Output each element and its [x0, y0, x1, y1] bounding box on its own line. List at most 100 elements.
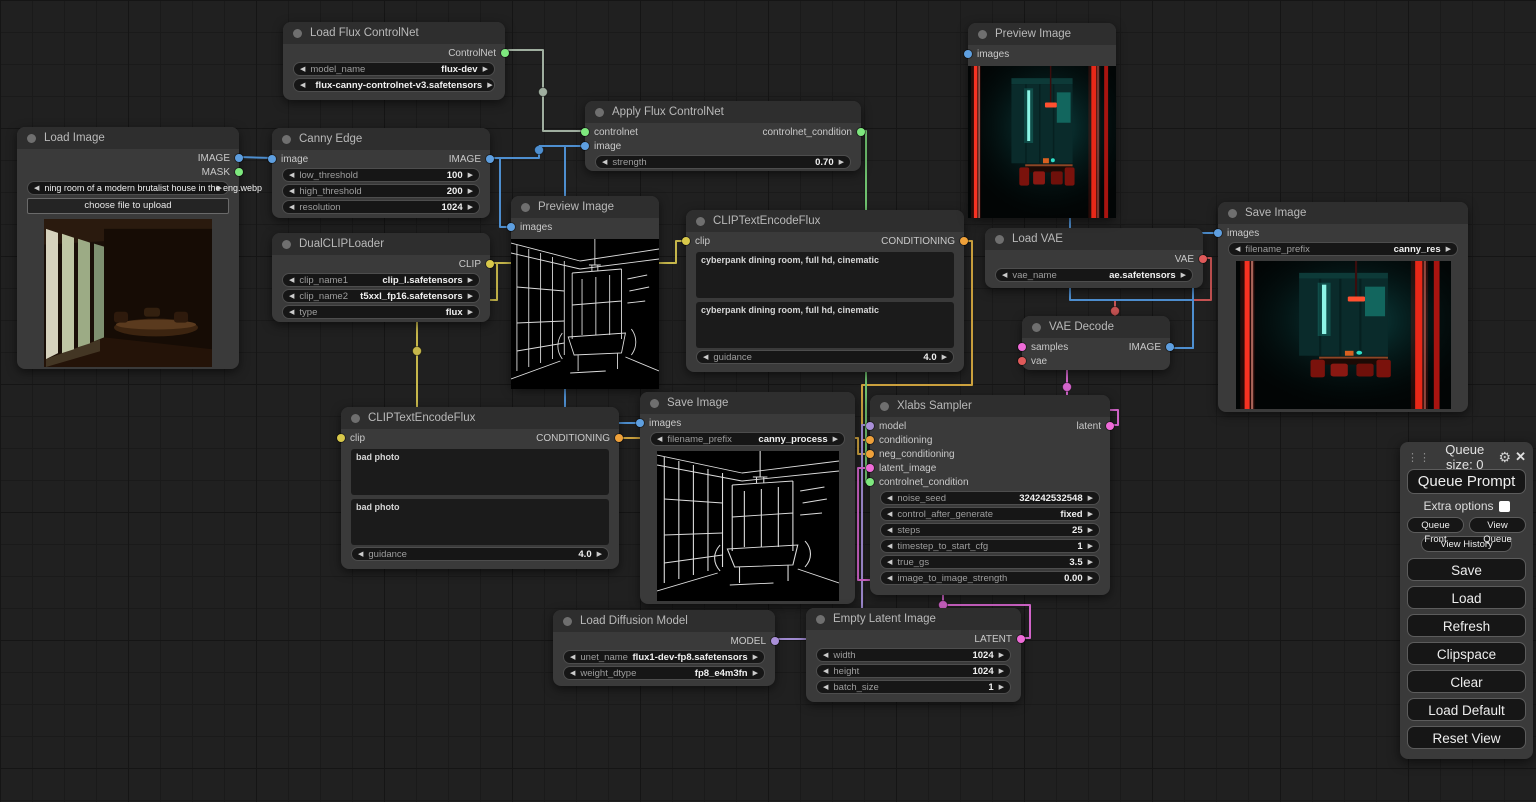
- output-port-IMAGE[interactable]: [1166, 343, 1174, 351]
- widget-increment-arrow-icon[interactable]: ▶: [597, 551, 602, 558]
- widget-width[interactable]: ◀width1024▶: [816, 648, 1011, 662]
- node-collapse-dot-icon[interactable]: [521, 203, 530, 212]
- widget-increment-arrow-icon[interactable]: ▶: [999, 684, 1004, 691]
- refresh-button[interactable]: Refresh: [1407, 614, 1526, 637]
- output-port-MASK[interactable]: [235, 168, 243, 176]
- node-graph-canvas[interactable]: ⋮⋮ Queue size: 0 ⚙ ✕ Queue Prompt Extra …: [0, 0, 1536, 802]
- widget-value[interactable]: 25: [1072, 525, 1083, 536]
- widget-value[interactable]: 1024: [972, 666, 993, 677]
- input-port-clip[interactable]: [337, 434, 345, 442]
- widget-noise_seed[interactable]: ◀noise_seed324242532548▶: [880, 491, 1100, 505]
- view-queue-button[interactable]: View Queue: [1469, 517, 1526, 533]
- widget-increment-arrow-icon[interactable]: ▶: [999, 668, 1004, 675]
- widget-value[interactable]: fp8_e4m3fn: [695, 668, 748, 679]
- node-collapse-dot-icon[interactable]: [282, 240, 291, 249]
- widget-height[interactable]: ◀height1024▶: [816, 664, 1011, 678]
- widget-value[interactable]: 1: [988, 682, 993, 693]
- node-clip-text-encode-flux-negative[interactable]: CLIPTextEncodeFluxclipCONDITIONINGbad ph…: [341, 407, 619, 569]
- widget-value[interactable]: flux: [446, 307, 463, 318]
- widget-increment-arrow-icon[interactable]: ▶: [942, 354, 947, 361]
- widget-increment-arrow-icon[interactable]: ▶: [1181, 272, 1186, 279]
- node-title-bar[interactable]: Empty Latent Image: [806, 608, 1021, 630]
- queue-front-button[interactable]: Queue Front: [1407, 517, 1464, 533]
- widget-value[interactable]: flux-canny-controlnet-v3.safetensors: [315, 80, 482, 91]
- clear-button[interactable]: Clear: [1407, 670, 1526, 693]
- clipspace-button[interactable]: Clipspace: [1407, 642, 1526, 665]
- output-port-IMAGE[interactable]: [486, 155, 494, 163]
- widget-value[interactable]: 0.70: [815, 157, 834, 168]
- node-title-bar[interactable]: Apply Flux ControlNet: [585, 101, 861, 123]
- widget-decrement-arrow-icon[interactable]: ◀: [300, 66, 305, 73]
- node-save-image-canny[interactable]: Save Imageimages◀filename_prefixcanny_pr…: [640, 392, 855, 604]
- node-title-bar[interactable]: CLIPTextEncodeFlux: [686, 210, 964, 232]
- output-port-controlnet_condition[interactable]: [857, 128, 865, 136]
- node-title-bar[interactable]: Save Image: [1218, 202, 1468, 224]
- widget-decrement-arrow-icon[interactable]: ◀: [358, 551, 363, 558]
- prompt-textarea[interactable]: bad photo: [351, 449, 609, 495]
- widget-decrement-arrow-icon[interactable]: ◀: [887, 575, 892, 582]
- load-button[interactable]: Load: [1407, 586, 1526, 609]
- input-port-conditioning[interactable]: [866, 436, 874, 444]
- output-port-LATENT[interactable]: [1017, 635, 1025, 643]
- widget-decrement-arrow-icon[interactable]: ◀: [289, 309, 294, 316]
- input-port-neg_conditioning[interactable]: [866, 450, 874, 458]
- widget-image_to_image_strength[interactable]: ◀image_to_image_strength0.00▶: [880, 571, 1100, 585]
- node-collapse-dot-icon[interactable]: [880, 402, 889, 411]
- queue-prompt-button[interactable]: Queue Prompt: [1407, 469, 1526, 494]
- widget-increment-arrow-icon[interactable]: ▶: [753, 654, 758, 661]
- output-port-CONDITIONING[interactable]: [615, 434, 623, 442]
- node-dual-clip-loader[interactable]: DualCLIPLoaderCLIP◀clip_name1clip_l.safe…: [272, 233, 490, 322]
- node-load-vae[interactable]: Load VAEVAE◀vae_nameae.safetensors▶: [985, 228, 1203, 288]
- widget-guidance[interactable]: ◀guidance4.0▶: [696, 350, 954, 364]
- input-port-image[interactable]: [268, 155, 276, 163]
- widget-resolution[interactable]: ◀resolution1024▶: [282, 200, 480, 214]
- widget-low_threshold[interactable]: ◀low_threshold100▶: [282, 168, 480, 182]
- widget-decrement-arrow-icon[interactable]: ◀: [887, 527, 892, 534]
- widget-steps[interactable]: ◀steps25▶: [880, 523, 1100, 537]
- prompt-textarea[interactable]: bad photo: [351, 499, 609, 545]
- input-port-images[interactable]: [636, 419, 644, 427]
- widget-increment-arrow-icon[interactable]: ▶: [833, 436, 838, 443]
- widget-decrement-arrow-icon[interactable]: ◀: [289, 204, 294, 211]
- node-collapse-dot-icon[interactable]: [650, 399, 659, 408]
- load-default-button[interactable]: Load Default: [1407, 698, 1526, 721]
- widget-value[interactable]: ae.safetensors: [1109, 270, 1176, 281]
- widget-timestep_to_start_cfg[interactable]: ◀timestep_to_start_cfg1▶: [880, 539, 1100, 553]
- node-preview-image-result[interactable]: Preview Imageimages: [968, 23, 1116, 218]
- widget-value[interactable]: 0.00: [1064, 573, 1083, 584]
- widget-type[interactable]: ◀typeflux▶: [282, 305, 480, 319]
- widget-clip_name1[interactable]: ◀clip_name1clip_l.safetensors▶: [282, 273, 480, 287]
- wire-reroute-dot[interactable]: [535, 146, 544, 155]
- widget-value[interactable]: canny_res: [1394, 244, 1441, 255]
- node-preview-image-canny[interactable]: Preview Imageimages: [511, 196, 659, 388]
- widget-increment-arrow-icon[interactable]: ▶: [1088, 575, 1093, 582]
- widget-increment-arrow-icon[interactable]: ▶: [999, 652, 1004, 659]
- widget-decrement-arrow-icon[interactable]: ◀: [570, 670, 575, 677]
- widget-increment-arrow-icon[interactable]: ▶: [839, 159, 844, 166]
- widget-value[interactable]: clip_l.safetensors: [382, 275, 462, 286]
- drag-handle-icon[interactable]: ⋮⋮: [1407, 451, 1431, 464]
- input-port-vae[interactable]: [1018, 357, 1026, 365]
- node-collapse-dot-icon[interactable]: [1228, 209, 1237, 218]
- widget-decrement-arrow-icon[interactable]: ◀: [823, 684, 828, 691]
- widget-decrement-arrow-icon[interactable]: ◀: [570, 654, 575, 661]
- output-port-ControlNet[interactable]: [501, 49, 509, 57]
- widget-decrement-arrow-icon[interactable]: ◀: [289, 277, 294, 284]
- node-save-image-result[interactable]: Save Imageimages◀filename_prefixcanny_re…: [1218, 202, 1468, 412]
- node-collapse-dot-icon[interactable]: [563, 617, 572, 626]
- node-collapse-dot-icon[interactable]: [995, 235, 1004, 244]
- widget-decrement-arrow-icon[interactable]: ◀: [657, 436, 662, 443]
- widget-value[interactable]: flux1-dev-fp8.safetensors: [633, 652, 748, 663]
- widget-true_gs[interactable]: ◀true_gs3.5▶: [880, 555, 1100, 569]
- extra-options-checkbox[interactable]: [1499, 501, 1510, 512]
- widget-increment-arrow-icon[interactable]: ▶: [468, 204, 473, 211]
- widget-value[interactable]: 200: [447, 186, 463, 197]
- widget-decrement-arrow-icon[interactable]: ◀: [34, 185, 39, 192]
- input-port-clip[interactable]: [682, 237, 690, 245]
- widget-vae_name[interactable]: ◀vae_nameae.safetensors▶: [995, 268, 1193, 282]
- prompt-textarea[interactable]: cyberpank dining room, full hd, cinemati…: [696, 252, 954, 298]
- input-port-images[interactable]: [1214, 229, 1222, 237]
- input-port-controlnet_condition[interactable]: [866, 478, 874, 486]
- node-empty-latent-image[interactable]: Empty Latent ImageLATENT◀width1024▶◀heig…: [806, 608, 1021, 702]
- widget-increment-arrow-icon[interactable]: ▶: [1088, 495, 1093, 502]
